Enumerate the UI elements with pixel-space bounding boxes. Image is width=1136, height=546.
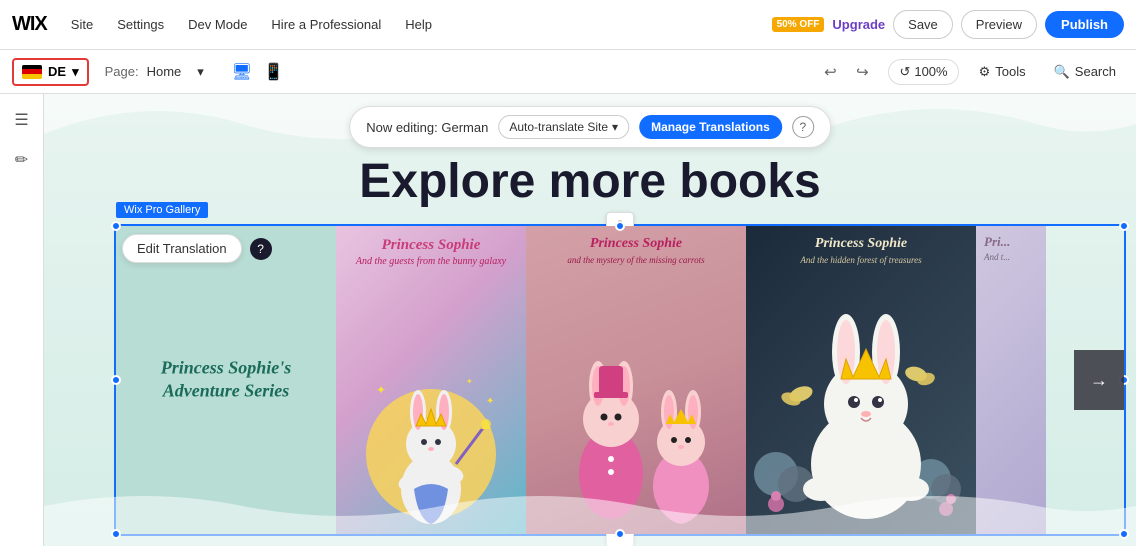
redo-button[interactable]: ↪: [848, 58, 876, 86]
chevron-down-icon: ▾: [612, 120, 618, 134]
page-title: Explore more books: [359, 154, 820, 209]
preview-button[interactable]: Preview: [961, 10, 1037, 39]
discount-badge: 50% OFF: [772, 17, 825, 32]
language-selector[interactable]: DE ▾: [12, 58, 89, 86]
resize-handle-top-right[interactable]: [1119, 221, 1129, 231]
search-button[interactable]: 🔍 Search: [1046, 60, 1124, 84]
desktop-view-icon[interactable]: 🖥: [228, 58, 256, 86]
nav-help[interactable]: Help: [397, 13, 440, 36]
sidebar-add-icon[interactable]: ☰: [4, 102, 40, 138]
edit-translation-button[interactable]: Edit Translation: [122, 234, 242, 263]
nav-site[interactable]: Site: [63, 13, 101, 36]
lang-code: DE: [48, 64, 66, 79]
book5-title-partial: Pri...: [984, 234, 1038, 250]
search-icon: 🔍: [1054, 64, 1070, 80]
top-navigation-bar: WIX Site Settings Dev Mode Hire a Profes…: [0, 0, 1136, 50]
tools-button[interactable]: ⚙ Tools: [971, 60, 1034, 84]
sidebar-edit-icon[interactable]: ✏: [4, 142, 40, 178]
tools-icon: ⚙: [979, 64, 991, 80]
nav-settings[interactable]: Settings: [109, 13, 172, 36]
page-name-value: Home: [147, 64, 182, 79]
svg-text:✦: ✦: [466, 377, 473, 386]
resize-handle-top-left[interactable]: [111, 221, 121, 231]
mobile-view-icon[interactable]: 📱: [260, 58, 288, 86]
zoom-value: 100%: [914, 64, 947, 79]
editor-canvas: Explore more books Now editing: German A…: [44, 94, 1136, 546]
undo-button[interactable]: ↩: [816, 58, 844, 86]
book4-subtitle: And the hidden forest of treasures: [746, 255, 976, 265]
book2-title: Princess Sophie: [374, 226, 489, 256]
resize-handle-bottom-middle[interactable]: [615, 529, 625, 539]
page-dropdown-chevron[interactable]: ▾: [189, 60, 212, 84]
book5-subtitle-partial: And t...: [984, 252, 1038, 262]
edit-translation-bar: Edit Translation ?: [122, 234, 272, 263]
zoom-control[interactable]: ↺ 100%: [888, 59, 958, 85]
help-icon[interactable]: ?: [792, 116, 814, 138]
editor-toolbar: DE ▾ Page: Home ▾ 🖥 📱 ↩ ↪ ↺ 100% ⚙ Tools…: [0, 50, 1136, 94]
upgrade-button[interactable]: Upgrade: [832, 17, 885, 32]
svg-text:✦: ✦: [376, 383, 386, 397]
book3-subtitle: and the mystery of the missing carrots: [526, 255, 746, 265]
page-label: Page:: [105, 64, 139, 79]
nav-hire-professional[interactable]: Hire a Professional: [263, 13, 389, 36]
translation-toolbar: Now editing: German Auto-translate Site …: [349, 106, 831, 148]
now-editing-label: Now editing: German: [366, 120, 488, 135]
refresh-icon: ↺: [899, 64, 910, 80]
book1-text: Princess Sophie's Adventure Series: [161, 357, 292, 404]
left-sidebar: ☰ ✏: [0, 94, 44, 546]
book2-subtitle: And the guests from the bunny galaxy: [348, 256, 514, 271]
book4-title: Princess Sophie: [746, 226, 976, 255]
gallery-label: Wix Pro Gallery: [116, 202, 208, 218]
wave-bottom-decoration: [44, 486, 1136, 546]
svg-text:✦: ✦: [486, 396, 494, 407]
nav-dev-mode[interactable]: Dev Mode: [180, 13, 255, 36]
publish-button[interactable]: Publish: [1045, 11, 1124, 38]
resize-handle-bottom-right[interactable]: [1119, 529, 1129, 539]
save-button[interactable]: Save: [893, 10, 953, 39]
resize-handle-middle-left[interactable]: [111, 375, 121, 385]
chevron-down-icon: ▾: [72, 64, 79, 80]
manage-translations-button[interactable]: Manage Translations: [639, 115, 782, 139]
wix-logo: WIX: [12, 13, 47, 36]
book3-title: Princess Sophie: [526, 226, 746, 255]
resize-handle-top-middle[interactable]: [615, 221, 625, 231]
auto-translate-button[interactable]: Auto-translate Site ▾: [498, 115, 629, 139]
german-flag: [22, 65, 42, 79]
gallery-next-arrow[interactable]: →: [1074, 350, 1124, 410]
resize-handle-bottom-left[interactable]: [111, 529, 121, 539]
auto-translate-label: Auto-translate Site: [509, 120, 608, 134]
edit-help-icon[interactable]: ?: [250, 238, 272, 260]
